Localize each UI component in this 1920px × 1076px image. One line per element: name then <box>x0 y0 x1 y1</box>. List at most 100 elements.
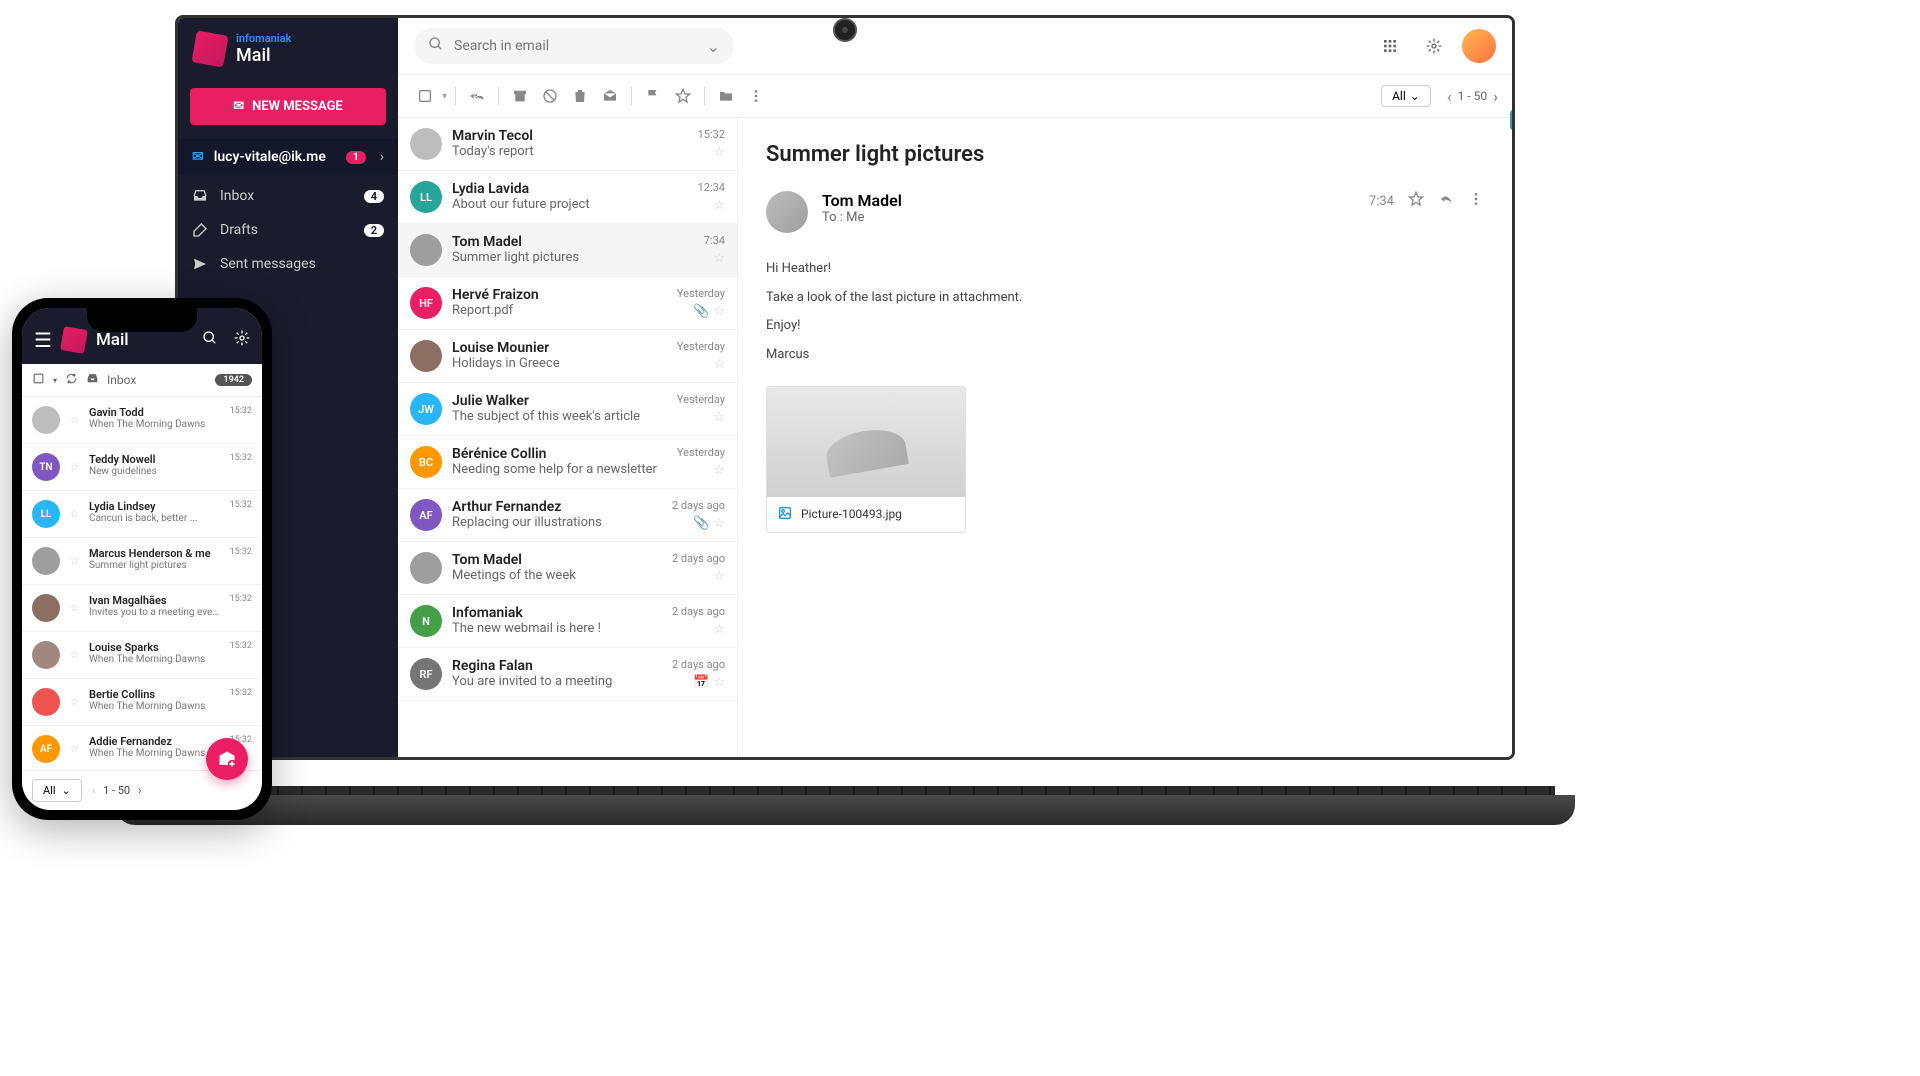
star-icon[interactable] <box>670 83 696 109</box>
message-item[interactable]: HF Hervé FraizonReport.pdf Yesterday📎☆ <box>398 277 737 330</box>
compose-icon: ✉ <box>233 99 244 114</box>
message-time: 15:32 <box>230 500 252 510</box>
chevron-down-icon[interactable]: ⌄ <box>707 37 720 56</box>
page-prev-icon[interactable]: ‹ <box>1447 87 1452 106</box>
message-subject: Replacing our illustrations <box>452 515 662 530</box>
spam-icon[interactable] <box>537 83 563 109</box>
message-subject: Invites you to a meeting event <box>89 607 220 618</box>
settings-gear-icon[interactable] <box>234 330 250 350</box>
more-icon[interactable] <box>1468 191 1484 211</box>
star-icon[interactable]: ☆ <box>713 463 725 478</box>
message-item[interactable]: RF Regina FalanYou are invited to a meet… <box>398 648 737 701</box>
more-icon[interactable] <box>743 83 769 109</box>
user-avatar[interactable] <box>1462 29 1496 63</box>
phone-message-item[interactable]: ☆ Gavin ToddWhen The Morning Dawns 15:32 <box>22 397 262 444</box>
select-checkbox[interactable] <box>32 372 45 388</box>
star-icon[interactable]: ☆ <box>713 251 725 266</box>
search-box[interactable]: ⌄ <box>414 28 734 64</box>
message-from: Lydia Lavida <box>452 181 688 197</box>
hamburger-menu-icon[interactable]: ☰ <box>34 328 52 352</box>
message-time: 12:34 <box>698 181 725 194</box>
sender-avatar <box>32 688 60 716</box>
select-dropdown-icon[interactable]: ▾ <box>442 91 447 102</box>
sender-avatar: BC <box>410 446 442 478</box>
star-icon[interactable] <box>1408 191 1424 211</box>
archive-icon[interactable] <box>507 83 533 109</box>
settings-gear-icon[interactable] <box>1418 30 1450 62</box>
phone-filter-dropdown[interactable]: All ⌄ <box>32 779 82 802</box>
message-item[interactable]: Marvin TecolToday's report 15:32☆ <box>398 118 737 171</box>
message-item[interactable]: AF Arthur FernandezReplacing our illustr… <box>398 489 737 542</box>
message-from: Regina Falan <box>452 658 662 674</box>
body-line: Hi Heather! <box>766 257 1484 282</box>
message-item[interactable]: Louise MounierHolidays in Greece Yesterd… <box>398 330 737 383</box>
star-icon[interactable]: ☆ <box>713 675 725 690</box>
folder-sent-messages[interactable]: Sent messages <box>178 247 398 281</box>
message-item[interactable]: Tom MadelMeetings of the week 2 days ago… <box>398 542 737 595</box>
star-icon[interactable]: ☆ <box>713 622 725 637</box>
select-dropdown-icon[interactable]: ▾ <box>53 376 57 385</box>
folder-inbox[interactable]: Inbox4 <box>178 179 398 213</box>
message-time: 15:32 <box>230 641 252 651</box>
phone-message-item[interactable]: ☆ Louise SparksWhen The Morning Dawns 15… <box>22 632 262 679</box>
page-prev-icon[interactable]: ‹ <box>92 784 95 797</box>
star-icon[interactable]: ☆ <box>713 410 725 425</box>
message-body: Hi Heather!Take a look of the last pictu… <box>766 257 1484 368</box>
reply-all-icon[interactable] <box>464 83 490 109</box>
phone-compose-fab[interactable] <box>206 738 248 780</box>
phone-message-item[interactable]: ☆ Bertie CollinsWhen The Morning Dawns 1… <box>22 679 262 726</box>
message-subject: When The Morning Dawns <box>89 654 220 665</box>
folder-drafts[interactable]: Drafts2 <box>178 213 398 247</box>
message-item[interactable]: N InfomaniakThe new webmail is here ! 2 … <box>398 595 737 648</box>
phone-folder-label: Inbox <box>107 373 136 387</box>
star-icon[interactable]: ☆ <box>713 304 725 319</box>
star-icon[interactable]: ☆ <box>70 415 79 426</box>
flag-icon[interactable] <box>640 83 666 109</box>
new-message-button[interactable]: ✉ NEW MESSAGE <box>190 88 386 125</box>
message-item[interactable]: Tom MadelSummer light pictures 7:34☆ <box>398 224 737 277</box>
message-subject: Report.pdf <box>452 303 667 318</box>
account-selector[interactable]: ✉ lucy-vitale@ik.me 1 › <box>178 139 398 175</box>
reply-icon[interactable] <box>1438 191 1454 211</box>
phone-filter-label: All <box>43 784 56 797</box>
folder-count: 2 <box>364 224 384 237</box>
sender-avatar: TN <box>32 453 60 481</box>
star-icon[interactable]: ☆ <box>70 509 79 520</box>
attachment[interactable]: Picture-100493.jpg <box>766 386 966 533</box>
phone-message-item[interactable]: ☆ Ivan MagalhãesInvites you to a meeting… <box>22 585 262 632</box>
attachment-icon: 📎 <box>693 304 709 319</box>
refresh-icon[interactable] <box>65 372 78 388</box>
star-icon[interactable]: ☆ <box>70 650 79 661</box>
phone-message-item[interactable]: LL ☆ Lydia LindseyCancun is back, better… <box>22 491 262 538</box>
message-item[interactable]: BC Bérénice CollinNeeding some help for … <box>398 436 737 489</box>
star-icon[interactable]: ☆ <box>70 603 79 614</box>
search-icon[interactable] <box>202 330 218 350</box>
message-item[interactable]: JW Julie WalkerThe subject of this week'… <box>398 383 737 436</box>
move-folder-icon[interactable] <box>713 83 739 109</box>
delete-icon[interactable] <box>567 83 593 109</box>
recipient-line: To : Me <box>822 210 902 225</box>
folder-count: 4 <box>364 190 384 203</box>
star-icon[interactable]: ☆ <box>713 357 725 372</box>
star-icon[interactable]: ☆ <box>713 145 725 160</box>
star-icon[interactable]: ☆ <box>713 516 725 531</box>
phone-message-item[interactable]: ☆ Marcus Henderson & meSummer light pict… <box>22 538 262 585</box>
select-checkbox[interactable] <box>412 83 438 109</box>
body-line: Marcus <box>766 343 1484 368</box>
page-next-icon[interactable]: › <box>1493 87 1498 106</box>
page-next-icon[interactable]: › <box>138 784 141 797</box>
filter-dropdown[interactable]: All ⌄ <box>1381 85 1431 107</box>
star-icon[interactable]: ☆ <box>713 198 725 213</box>
filter-label: All <box>1392 89 1406 103</box>
apps-grid-icon[interactable] <box>1374 30 1406 62</box>
star-icon[interactable]: ☆ <box>70 697 79 708</box>
star-icon[interactable]: ☆ <box>713 569 725 584</box>
message-item[interactable]: LL Lydia LavidaAbout our future project … <box>398 171 737 224</box>
search-icon <box>428 36 444 56</box>
star-icon[interactable]: ☆ <box>70 744 79 755</box>
star-icon[interactable]: ☆ <box>70 556 79 567</box>
star-icon[interactable]: ☆ <box>70 462 79 473</box>
phone-message-item[interactable]: TN ☆ Teddy NowellNew guidelines 15:32 <box>22 444 262 491</box>
mark-read-icon[interactable] <box>597 83 623 109</box>
search-input[interactable] <box>454 38 697 54</box>
